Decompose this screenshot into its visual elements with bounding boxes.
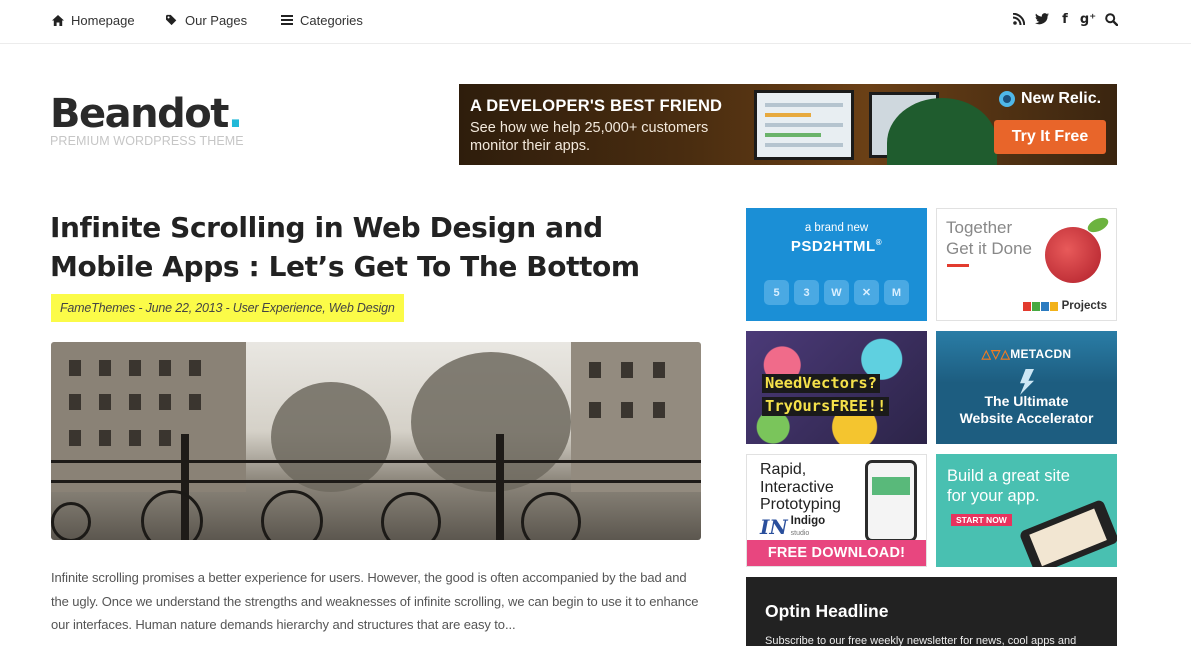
optin-headline: Optin Headline (765, 601, 889, 621)
meta-category-web-design[interactable]: Web Design (329, 301, 395, 315)
image-railing (51, 460, 701, 463)
search-icon[interactable] (1104, 10, 1118, 28)
twitter-icon[interactable] (1035, 10, 1049, 28)
indigo-logo-mark: IN (760, 515, 788, 539)
meta-author[interactable]: FameThemes (60, 301, 135, 315)
facebook-icon[interactable]: f (1058, 10, 1072, 28)
tag-icon (166, 14, 178, 26)
ad-zoho-headline: Together Get it Done (946, 218, 1032, 258)
banner-monitor-image (754, 90, 854, 160)
ad-indigo-studio[interactable]: Rapid, Interactive Prototyping IN Indigo… (746, 454, 927, 567)
logo-dot: . (227, 91, 243, 137)
menu-icon (281, 14, 293, 26)
ad-metacdn[interactable]: △▽△METACDN The Ultimate Website Accelera… (936, 331, 1117, 444)
zoho-projects-label: Projects (1061, 300, 1107, 312)
meta-date: June 22, 2013 (145, 301, 223, 315)
banner-text: See how we help 25,000+ customers monito… (470, 120, 709, 154)
rss-icon[interactable] (1012, 10, 1026, 28)
optin-text: Subscribe to our free weekly newsletter … (765, 635, 1077, 646)
ad-vectors-line1: NeedVectors? (762, 374, 880, 393)
phone-image (865, 460, 917, 542)
logo-text: Beandot. (50, 92, 244, 136)
registered-mark: ® (875, 238, 883, 247)
phone-image (1018, 498, 1117, 567)
nav-our-pages-label: Our Pages (185, 12, 248, 28)
meta-category-user-experience[interactable]: User Experience (233, 301, 323, 315)
joomla-icon: ✕ (854, 280, 879, 305)
nav-homepage-label: Homepage (71, 12, 135, 28)
meta-separator: - (135, 301, 146, 315)
banner-headline: A DEVELOPER'S BEST FRIEND (470, 97, 723, 115)
article-meta: FameThemes - June 22, 2013 - User Experi… (51, 294, 404, 322)
html5-icon: 5 (764, 280, 789, 305)
nav-our-pages[interactable]: Our Pages (166, 12, 247, 28)
meta-separator: - (222, 301, 233, 315)
zoho-projects-logo: Projects (1022, 300, 1107, 312)
article-featured-image[interactable] (51, 342, 701, 540)
site-logo[interactable]: Beandot. PREMIUM WORDPRESS THEME (50, 92, 244, 148)
header-banner-ad[interactable]: A DEVELOPER'S BEST FRIEND See how we hel… (459, 84, 1117, 165)
indigo-logo: IN Indigo studio (760, 514, 826, 539)
ad-zoho-divider (947, 264, 969, 267)
free-download-button[interactable]: FREE DOWNLOAD! (747, 540, 926, 566)
new-relic-logo: New Relic. (999, 90, 1101, 108)
ad-indigo-headline: Rapid, Interactive Prototyping (760, 461, 841, 513)
social-links: f g⁺ (1012, 10, 1118, 28)
home-icon (52, 14, 64, 26)
logo-tagline: PREMIUM WORDPRESS THEME (50, 134, 244, 148)
image-tree (271, 382, 391, 492)
start-now-button[interactable]: START NOW (951, 514, 1012, 526)
ad-vectors-line2: TryOursFREE!! (762, 397, 890, 416)
image-bicycle-wheel (141, 490, 203, 540)
new-relic-icon (999, 91, 1015, 107)
ad-psd2html-tagline: a brand new (804, 222, 869, 234)
image-tree (411, 352, 571, 492)
ad-psd2html-tech-icons: 5 3 W ✕ M (764, 280, 909, 305)
ad-psd2html-title: PSD2HTML® (790, 238, 883, 255)
try-it-free-button[interactable]: Try It Free (994, 120, 1106, 154)
top-navigation: Homepage Our Pages Categories f g⁺ (0, 0, 1191, 44)
nav-categories[interactable]: Categories (281, 12, 363, 28)
ad-psd2html[interactable]: a brand new PSD2HTML® 5 3 W ✕ M (746, 208, 927, 321)
indigo-logo-sub: studio (790, 529, 810, 537)
metacdn-logo: △▽△METACDN (981, 347, 1072, 361)
article-title[interactable]: Infinite Scrolling in Web Design and Mob… (50, 208, 710, 286)
wordpress-icon: W (824, 280, 849, 305)
metacdn-logo-mark: △▽△ (981, 347, 1011, 361)
google-plus-icon[interactable]: g⁺ (1080, 10, 1096, 28)
optin-box: Optin Headline Subscribe to our free wee… (746, 577, 1117, 646)
css3-icon: 3 (794, 280, 819, 305)
ad-build-site-headline: Build a great site for your app. (947, 467, 1070, 505)
nav-homepage[interactable]: Homepage (52, 12, 135, 28)
new-relic-label: New Relic. (1021, 90, 1102, 107)
zoho-icon (1022, 301, 1058, 311)
ad-metacdn-headline: The Ultimate Website Accelerator (959, 393, 1094, 426)
magento-icon: M (884, 280, 909, 305)
logo-name: Beandot (50, 91, 229, 137)
ad-build-site[interactable]: Build a great site for your app. START N… (936, 454, 1117, 567)
pomegranate-image (1045, 227, 1101, 283)
nav-categories-label: Categories (300, 12, 363, 28)
ad-need-vectors[interactable]: NeedVectors? TryOursFREE!! (746, 331, 927, 444)
ad-zoho-projects[interactable]: Together Get it Done Projects (936, 208, 1117, 321)
article-excerpt: Infinite scrolling promises a better exp… (51, 570, 699, 632)
